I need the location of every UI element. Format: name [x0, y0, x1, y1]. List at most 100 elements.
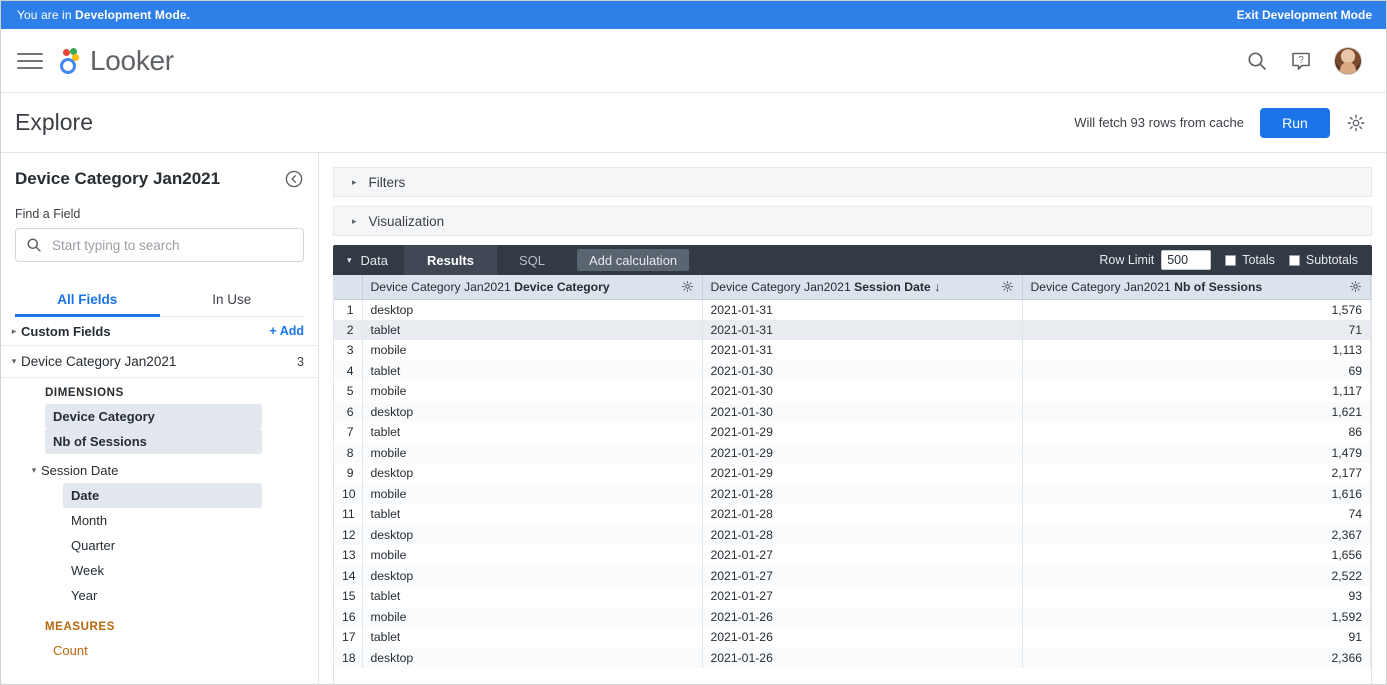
- field-session-date-year[interactable]: Year: [63, 583, 262, 608]
- row-index: 6: [334, 401, 363, 422]
- cell-nb-of-sessions: 91: [1022, 627, 1371, 648]
- filters-accordion[interactable]: Filters: [333, 167, 1372, 197]
- run-button[interactable]: Run: [1260, 107, 1330, 138]
- column-header-nb-of-sessions[interactable]: Device Category Jan2021 Nb of Sessions: [1022, 275, 1371, 300]
- field-search-box[interactable]: [15, 228, 304, 262]
- cell-session-date: 2021-01-29: [702, 422, 1023, 443]
- data-section-toggle[interactable]: Data: [333, 245, 404, 275]
- search-icon[interactable]: [1246, 50, 1268, 72]
- search-input[interactable]: [52, 237, 293, 253]
- explore-group-label: Device Category Jan2021: [21, 354, 177, 369]
- row-index: 18: [334, 647, 363, 668]
- column-header-index: [334, 275, 363, 300]
- cell-session-date: 2021-01-26: [702, 606, 1023, 627]
- table-row[interactable]: 4 tablet 2021-01-30 69: [334, 360, 1371, 381]
- table-row[interactable]: 14 desktop 2021-01-27 2,522: [334, 565, 1371, 586]
- table-row[interactable]: 3 mobile 2021-01-31 1,113: [334, 340, 1371, 361]
- cell-device-category: tablet: [362, 586, 703, 607]
- explore-body: Device Category Jan2021 Find a Field Sta…: [1, 153, 1386, 684]
- field-group-session-date[interactable]: Session Date: [1, 458, 318, 483]
- exit-development-mode-link[interactable]: Exit Development Mode: [1237, 8, 1372, 22]
- cell-nb-of-sessions: 1,656: [1022, 545, 1371, 566]
- row-index: 4: [334, 360, 363, 381]
- cell-device-category: tablet: [362, 627, 703, 648]
- sidebar-explore-title: Device Category Jan2021: [15, 169, 221, 188]
- tab-results[interactable]: Results: [404, 245, 496, 275]
- table-row[interactable]: 2 tablet 2021-01-31 71: [334, 319, 1371, 340]
- add-calculation-button[interactable]: Add calculation: [576, 249, 690, 271]
- cell-session-date: 2021-01-29: [702, 442, 1023, 463]
- field-nb-of-sessions[interactable]: Nb of Sessions: [45, 429, 262, 454]
- cell-device-category: desktop: [362, 401, 703, 422]
- field-session-date-quarter[interactable]: Quarter: [63, 533, 262, 558]
- table-row[interactable]: 6 desktop 2021-01-30 1,621: [334, 401, 1371, 422]
- table-row[interactable]: 17 tablet 2021-01-26 91: [334, 627, 1371, 648]
- explore-header: Explore Will fetch 93 rows from cache Ru…: [1, 93, 1386, 153]
- development-mode-message: You are in Development Mode.: [17, 8, 190, 22]
- subtotals-checkbox[interactable]: Subtotals: [1288, 253, 1358, 267]
- column-gear-icon[interactable]: [1001, 280, 1014, 293]
- add-custom-field-button[interactable]: + Add: [269, 324, 304, 338]
- table-row[interactable]: 15 tablet 2021-01-27 93: [334, 586, 1371, 607]
- looker-logo[interactable]: Looker: [57, 45, 174, 77]
- field-count[interactable]: Count: [45, 638, 262, 663]
- field-session-date-month[interactable]: Month: [63, 508, 262, 533]
- tab-in-use[interactable]: In Use: [160, 282, 305, 316]
- help-icon[interactable]: ?: [1290, 50, 1312, 72]
- cell-session-date: 2021-01-29: [702, 463, 1023, 484]
- table-row[interactable]: 18 desktop 2021-01-26 2,366: [334, 647, 1371, 668]
- tree-group-custom-fields[interactable]: Custom Fields + Add: [1, 317, 318, 346]
- col0-field: Device Category: [514, 279, 610, 294]
- row-index: 8: [334, 442, 363, 463]
- tab-sql[interactable]: SQL: [495, 245, 567, 275]
- field-picker-sidebar: Device Category Jan2021 Find a Field Sta…: [1, 153, 319, 684]
- field-device-category[interactable]: Device Category: [45, 404, 262, 429]
- data-toolbar: Data Results SQL Add calculation Row Lim…: [333, 245, 1372, 275]
- table-row[interactable]: 12 desktop 2021-01-28 2,367: [334, 524, 1371, 545]
- menu-icon-line: [17, 59, 43, 62]
- row-index: 14: [334, 565, 363, 586]
- explore-settings-gear-icon[interactable]: [1346, 113, 1366, 133]
- row-limit-input[interactable]: [1161, 250, 1212, 270]
- chevron-down-icon: [347, 255, 352, 266]
- table-row[interactable]: 9 desktop 2021-01-29 2,177: [334, 463, 1371, 484]
- cell-session-date: 2021-01-30: [702, 381, 1023, 402]
- cell-nb-of-sessions: 2,366: [1022, 647, 1371, 668]
- cell-device-category: mobile: [362, 381, 703, 402]
- tree-group-explore[interactable]: Device Category Jan2021 3: [1, 346, 318, 378]
- data-toolbar-right: Row Limit Totals Subtotals: [1099, 245, 1372, 275]
- totals-checkbox[interactable]: Totals: [1225, 253, 1275, 267]
- row-index: 1: [334, 299, 363, 320]
- results-table: Device Category Jan2021 Device Category: [334, 275, 1371, 668]
- column-header-session-date[interactable]: Device Category Jan2021 Session Date ↓: [702, 275, 1023, 300]
- table-row[interactable]: 7 tablet 2021-01-29 86: [334, 422, 1371, 443]
- cell-session-date: 2021-01-28: [702, 483, 1023, 504]
- looker-wordmark: Looker: [90, 44, 174, 76]
- table-row[interactable]: 16 mobile 2021-01-26 1,592: [334, 606, 1371, 627]
- field-session-date-week[interactable]: Week: [63, 558, 262, 583]
- table-row[interactable]: 10 mobile 2021-01-28 1,616: [334, 483, 1371, 504]
- tab-all-fields[interactable]: All Fields: [15, 282, 160, 317]
- cell-nb-of-sessions: 1,113: [1022, 340, 1371, 361]
- cell-device-category: mobile: [362, 442, 703, 463]
- visualization-accordion[interactable]: Visualization: [333, 206, 1372, 236]
- cell-device-category: tablet: [362, 422, 703, 443]
- column-gear-icon[interactable]: [681, 280, 694, 293]
- table-row[interactable]: 13 mobile 2021-01-27 1,656: [334, 545, 1371, 566]
- cell-session-date: 2021-01-31: [702, 340, 1023, 361]
- field-session-date-date[interactable]: Date: [63, 483, 262, 508]
- row-index: 2: [334, 319, 363, 340]
- results-table-container[interactable]: Device Category Jan2021 Device Category: [333, 275, 1372, 684]
- table-row[interactable]: 8 mobile 2021-01-29 1,479: [334, 442, 1371, 463]
- menu-icon-line: [17, 66, 43, 69]
- table-row[interactable]: 5 mobile 2021-01-30 1,117: [334, 381, 1371, 402]
- menu-icon[interactable]: [17, 48, 43, 74]
- subtotals-checkbox-box: [1288, 254, 1300, 266]
- table-row[interactable]: 11 tablet 2021-01-28 74: [334, 504, 1371, 525]
- top-navigation-bar: Looker ?: [1, 29, 1386, 93]
- avatar[interactable]: [1334, 46, 1362, 75]
- column-gear-icon[interactable]: [1349, 280, 1362, 293]
- collapse-sidebar-icon[interactable]: [284, 169, 304, 189]
- column-header-device-category[interactable]: Device Category Jan2021 Device Category: [362, 275, 703, 300]
- table-row[interactable]: 1 desktop 2021-01-31 1,576: [334, 299, 1371, 320]
